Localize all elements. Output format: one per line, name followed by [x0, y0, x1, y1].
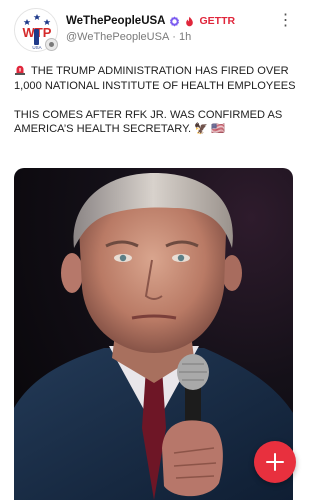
- portrait-photo: [14, 168, 293, 500]
- post-header: WTP USA WeThePeopleUSA GETTR @WeThePeopl…: [0, 0, 307, 56]
- post-text-line-2: THIS COMES AFTER RFK JR. WAS CONFIRMED A…: [14, 108, 283, 136]
- author-name-row: WeThePeopleUSA GETTR: [66, 13, 235, 29]
- compose-button[interactable]: [254, 441, 296, 483]
- author-handle-row: @WeThePeopleUSA · 1h: [66, 31, 191, 43]
- gettr-flame-icon: [186, 16, 194, 26]
- post-body: THE TRUMP ADMINISTRATION HAS FIRED OVER …: [14, 64, 296, 152]
- siren-icon: [15, 65, 25, 75]
- platform-label: GETTR: [199, 15, 236, 27]
- post-image[interactable]: [14, 168, 293, 500]
- author-handle[interactable]: @WeThePeopleUSA: [66, 31, 169, 43]
- post-timestamp: 1h: [178, 31, 192, 43]
- post-paragraph-1: THE TRUMP ADMINISTRATION HAS FIRED OVER …: [14, 64, 296, 93]
- verified-badge-icon: [170, 15, 180, 27]
- separator-dot: ·: [172, 31, 176, 43]
- post-text-line-1: THE TRUMP ADMINISTRATION HAS FIRED OVER …: [14, 65, 296, 92]
- author-display-name[interactable]: WeThePeopleUSA: [66, 15, 165, 27]
- seal-badge-icon: [45, 38, 58, 51]
- svg-text:USA: USA: [32, 45, 41, 50]
- plus-icon: [266, 453, 284, 471]
- more-options-icon: ⋮: [277, 12, 295, 29]
- more-options-button[interactable]: ⋮: [277, 12, 295, 30]
- post-paragraph-2: THIS COMES AFTER RFK JR. WAS CONFIRMED A…: [14, 108, 296, 137]
